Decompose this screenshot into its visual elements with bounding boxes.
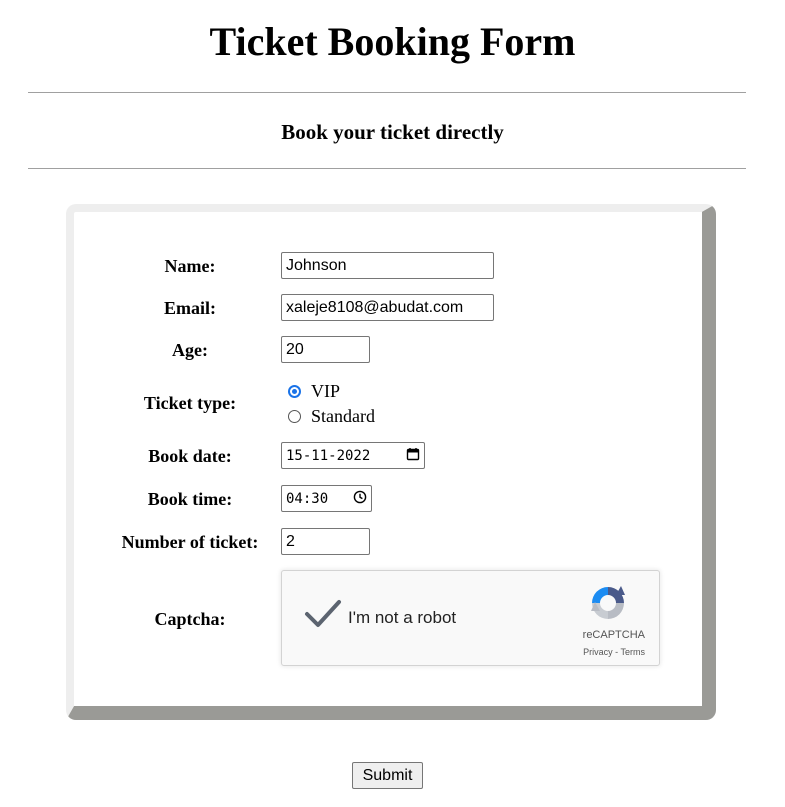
age-input[interactable]	[281, 336, 370, 363]
calendar-icon[interactable]	[406, 447, 420, 465]
recaptcha-widget: I'm not a robot reCAPTCHA Privacy - Term…	[281, 570, 660, 666]
age-label: Age:	[172, 340, 208, 360]
submit-button[interactable]: Submit	[352, 762, 423, 789]
recaptcha-logo-icon	[588, 583, 628, 628]
captcha-checkbox-text: I'm not a robot	[348, 608, 457, 627]
book-time-input[interactable]: 04:30	[281, 485, 372, 512]
recaptcha-brand: reCAPTCHA	[582, 629, 645, 641]
name-label: Name:	[164, 256, 216, 276]
book-time-label: Book time:	[147, 489, 233, 509]
captcha-label: Captcha:	[154, 609, 226, 629]
book-date-input[interactable]: 15-11-2022	[281, 442, 425, 469]
page-subtitle: Book your ticket directly	[281, 120, 504, 144]
email-label: Email:	[164, 298, 216, 318]
top-divider	[28, 92, 746, 93]
name-input[interactable]	[281, 252, 494, 279]
ticket-count-label: Number of ticket:	[121, 532, 259, 552]
email-input[interactable]	[281, 294, 494, 321]
vip-radio[interactable]	[288, 384, 301, 398]
book-date-label: Book date:	[148, 446, 232, 466]
standard-radio-label: Standard	[311, 406, 375, 426]
ticket-count-input[interactable]	[281, 528, 370, 555]
clock-icon[interactable]	[353, 490, 367, 508]
ticket-type-option-vip[interactable]: VIP	[288, 380, 340, 402]
standard-radio[interactable]	[288, 409, 301, 423]
bottom-divider	[28, 168, 746, 169]
checkmark-icon[interactable]	[304, 599, 342, 634]
book-date-value: 15-11-2022	[286, 447, 371, 464]
page-title: Ticket Booking Form	[209, 19, 576, 64]
ticket-type-label: Ticket type:	[143, 393, 237, 413]
vip-radio-label: VIP	[311, 381, 341, 401]
ticket-type-option-standard[interactable]: Standard	[288, 405, 375, 427]
book-time-value: 04:30	[286, 490, 329, 507]
recaptcha-privacy-terms[interactable]: Privacy - Terms	[583, 647, 645, 657]
